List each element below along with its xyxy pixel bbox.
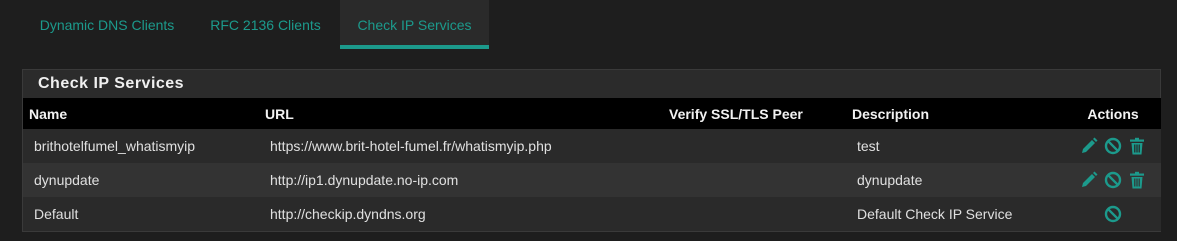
services-table: Name URL Verify SSL/TLS Peer Description… [23,98,1161,231]
pencil-icon[interactable] [1079,136,1099,156]
table-row: dynupdate http://ip1.dynupdate.no-ip.com… [23,163,1161,197]
cell-name: Default [34,206,79,222]
cell-verify [663,129,846,163]
check-ip-services-panel: Check IP Services Name URL Verify SSL/TL… [22,69,1161,232]
table-row: Default http://checkip.dyndns.org Defaul… [23,197,1161,231]
column-header-url[interactable]: URL [259,98,663,129]
column-header-verify-ssl[interactable]: Verify SSL/TLS Peer [663,98,846,129]
cell-description: dynupdate [857,172,923,188]
cell-url: https://www.brit-hotel-fumel.fr/whatismy… [270,138,552,154]
cell-actions [1065,129,1161,163]
tab-bar: Dynamic DNS Clients RFC 2136 Clients Che… [0,0,1177,49]
cell-actions [1065,163,1161,197]
ban-icon[interactable] [1103,136,1123,156]
table-row: brithotelfumel_whatismyip https://www.br… [23,129,1161,163]
ban-icon[interactable] [1103,170,1123,190]
trash-icon[interactable] [1127,136,1147,156]
tab-check-ip-services[interactable]: Check IP Services [340,0,489,49]
cell-actions [1065,197,1161,231]
tab-dynamic-dns-clients[interactable]: Dynamic DNS Clients [22,0,192,49]
cell-name: dynupdate [34,172,100,188]
cell-name: brithotelfumel_whatismyip [34,138,196,154]
column-header-actions: Actions [1087,105,1139,122]
tab-rfc2136-clients[interactable]: RFC 2136 Clients [192,0,339,49]
cell-verify [663,197,846,231]
cell-description: test [857,138,880,154]
cell-description: Default Check IP Service [857,206,1013,222]
panel-title: Check IP Services [23,70,1160,98]
cell-verify [663,163,846,197]
cell-url: http://checkip.dyndns.org [270,206,426,222]
ban-icon[interactable] [1103,204,1123,224]
cell-url: http://ip1.dynupdate.no-ip.com [270,172,459,188]
column-header-description[interactable]: Description [846,98,1065,129]
pencil-icon[interactable] [1079,170,1099,190]
trash-icon[interactable] [1127,170,1147,190]
table-header-row: Name URL Verify SSL/TLS Peer Description… [23,98,1161,129]
column-header-name[interactable]: Name [23,98,259,129]
